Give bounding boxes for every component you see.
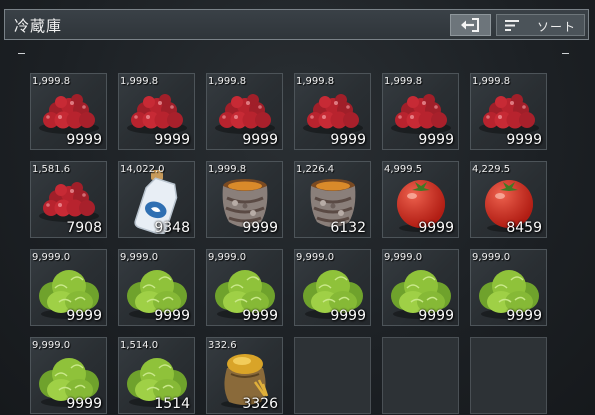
item-weight: 4,229.5 (472, 164, 511, 175)
item-weight: 1,999.8 (296, 76, 335, 87)
item-quantity: 9999 (330, 308, 366, 324)
item-weight: 1,999.8 (384, 76, 423, 87)
item-quantity: 9999 (66, 396, 102, 412)
inventory-slot[interactable]: 14,022.0 9348 (118, 161, 195, 238)
inventory-slot-empty[interactable] (382, 337, 459, 414)
item-quantity: 6132 (330, 220, 366, 236)
inventory-slot[interactable]: 1,999.8 9999 (206, 161, 283, 238)
inventory-slot[interactable]: 1,999.8 9999 (470, 73, 547, 150)
item-weight: 1,999.8 (472, 76, 511, 87)
inventory-slot[interactable]: 9,999.0 9999 (30, 337, 107, 414)
item-quantity: 9999 (66, 132, 102, 148)
inventory-slot[interactable]: 9,999.0 9999 (294, 249, 371, 326)
item-quantity: 9999 (506, 132, 542, 148)
page-title: 冷蔵庫 (14, 17, 63, 35)
inventory-slot[interactable]: 1,999.8 9999 (382, 73, 459, 150)
inventory-slot[interactable]: 1,226.4 6132 (294, 161, 371, 238)
item-quantity: 9999 (330, 132, 366, 148)
inventory-slot[interactable]: 9,999.0 9999 (470, 249, 547, 326)
collapse-dash-right[interactable] (562, 53, 569, 54)
item-weight: 9,999.0 (208, 252, 247, 263)
item-quantity: 9999 (154, 308, 190, 324)
fridge-header: 冷蔵庫 ソート (4, 9, 589, 40)
inventory-slot[interactable]: 332.6 3326 (206, 337, 283, 414)
inventory-slot[interactable]: 1,581.6 7908 (30, 161, 107, 238)
exit-button[interactable] (450, 14, 491, 36)
inventory-slot[interactable]: 9,999.0 9999 (382, 249, 459, 326)
inventory-slot[interactable]: 9,999.0 9999 (30, 249, 107, 326)
item-weight: 1,226.4 (296, 164, 335, 175)
item-weight: 4,999.5 (384, 164, 423, 175)
item-weight: 1,999.8 (208, 164, 247, 175)
item-quantity: 8459 (506, 220, 542, 236)
item-weight: 14,022.0 (120, 164, 165, 175)
sort-icon (505, 20, 519, 31)
item-quantity: 9999 (242, 132, 278, 148)
item-weight: 1,999.8 (32, 76, 71, 87)
item-quantity: 9999 (418, 308, 454, 324)
sort-label: ソート (537, 20, 577, 34)
item-weight: 1,999.8 (208, 76, 247, 87)
item-quantity: 7908 (66, 220, 102, 236)
item-quantity: 9348 (154, 220, 190, 236)
item-weight: 9,999.0 (296, 252, 335, 263)
inventory-slot-empty[interactable] (294, 337, 371, 414)
inventory-slot[interactable]: 9,999.0 9999 (118, 249, 195, 326)
item-quantity: 9999 (418, 132, 454, 148)
item-weight: 1,999.8 (120, 76, 159, 87)
inventory-slot[interactable]: 1,999.8 9999 (118, 73, 195, 150)
item-weight: 9,999.0 (32, 252, 71, 263)
item-quantity: 9999 (506, 308, 542, 324)
item-quantity: 9999 (154, 132, 190, 148)
item-quantity: 1514 (154, 396, 190, 412)
inventory-slot[interactable]: 1,999.8 9999 (294, 73, 371, 150)
item-quantity: 9999 (66, 308, 102, 324)
inventory-slot[interactable]: 1,999.8 9999 (206, 73, 283, 150)
item-weight: 1,581.6 (32, 164, 71, 175)
item-quantity: 9999 (242, 220, 278, 236)
sort-button[interactable]: ソート (496, 14, 585, 36)
item-quantity: 9999 (418, 220, 454, 236)
exit-icon (461, 18, 479, 32)
collapse-dash-left[interactable] (18, 53, 25, 54)
item-quantity: 3326 (242, 396, 278, 412)
item-weight: 332.6 (208, 340, 237, 351)
inventory-slot[interactable]: 1,514.0 1514 (118, 337, 195, 414)
item-weight: 1,514.0 (120, 340, 159, 351)
item-weight: 9,999.0 (472, 252, 511, 263)
item-weight: 9,999.0 (120, 252, 159, 263)
inventory-slot[interactable]: 4,999.5 9999 (382, 161, 459, 238)
inventory-slot[interactable]: 4,229.5 8459 (470, 161, 547, 238)
inventory-slot[interactable]: 1,999.8 9999 (30, 73, 107, 150)
inventory-slot-empty[interactable] (470, 337, 547, 414)
inventory-slot[interactable]: 9,999.0 9999 (206, 249, 283, 326)
item-quantity: 9999 (242, 308, 278, 324)
item-weight: 9,999.0 (384, 252, 423, 263)
item-weight: 9,999.0 (32, 340, 71, 351)
